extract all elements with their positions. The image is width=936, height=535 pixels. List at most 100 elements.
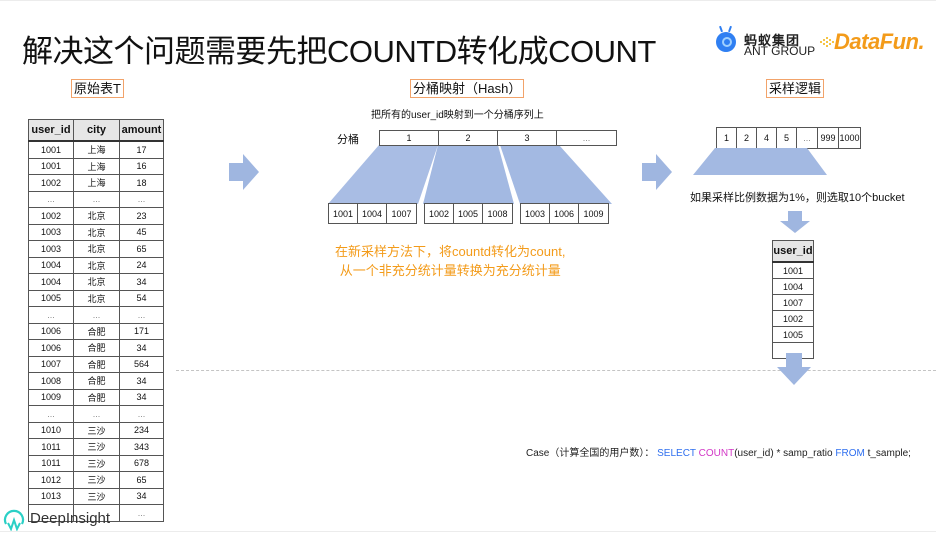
table-row: 1001 上海 17 (28, 140, 164, 159)
sample-bucket-cell: 5 (777, 128, 797, 148)
col-header-amount: amount (119, 119, 164, 142)
cell-user-id: 1004 (28, 273, 74, 291)
cell-user-id: 1005 (772, 326, 814, 343)
top-divider (0, 0, 936, 1)
cell-city: ... (73, 405, 120, 423)
cell-user-id: 1009 (28, 388, 74, 406)
bucket-group-2: 1002 1005 1008 (424, 203, 513, 224)
bucket-cell: 3 (498, 131, 557, 145)
cell-user-id: 1001 (28, 157, 74, 175)
table-row: 1001 上海 16 (28, 157, 164, 175)
table-row: ......... (28, 190, 164, 208)
table-row: 1003 北京 45 (28, 223, 164, 241)
table-row: 1002 (772, 310, 814, 327)
cell-city: 三沙 (73, 487, 120, 505)
table-row: 1005 (772, 326, 814, 343)
table-row: 1009 合肥 34 (28, 388, 164, 406)
ant-group-en: ANT GROUP (744, 44, 816, 58)
cell-amount: ... (119, 504, 164, 522)
table-row: ......... (28, 306, 164, 324)
cell-user-id: 1004 (28, 256, 74, 274)
sql-example: Case（计算全国的用户数）： SELECT COUNT(user_id) * … (526, 444, 911, 459)
cell-amount: 17 (119, 140, 164, 159)
cell-amount: 343 (119, 438, 164, 456)
section-divider (176, 370, 936, 371)
sample-table: user_id 1001 1004 1007 1002 1005... (772, 240, 814, 359)
cell-user-id: 1008 (28, 372, 74, 390)
cell-amount: 65 (119, 240, 164, 258)
bucket-group-3: 1003 1006 1009 (520, 203, 609, 224)
cell-user-id: 1012 (28, 471, 74, 489)
hash-note-line-2: 从一个非充分统计量转换为充分统计量 (339, 263, 561, 278)
cell-amount: 34 (119, 339, 164, 357)
cell-user-id: 1002 (772, 310, 814, 327)
sql-prefix: Case（计算全国的用户数）： (526, 448, 658, 459)
hash-note: 在新采样方法下，将countd转化为count, 从一个非充分统计量转换为充分统… (335, 242, 565, 280)
cell-city: 合肥 (73, 355, 120, 373)
cell-user-id: 1002 (28, 174, 74, 192)
sql-args: (user_id) * samp_ratio (734, 448, 836, 459)
table-row: 1006 合肥 34 (28, 339, 164, 357)
cell-amount: 23 (119, 207, 164, 225)
ant-mascot-icon (716, 32, 736, 52)
cell-amount: ... (119, 405, 164, 423)
cell-city: 北京 (73, 240, 120, 258)
sample-bucket-cell: 4 (757, 128, 777, 148)
cell-city: ... (73, 306, 120, 324)
sql-select-keyword: SELECT (657, 448, 696, 459)
cell-user-id: ... (28, 306, 74, 324)
col-header-user-id: user_id (28, 119, 74, 142)
cell-user-id: 1003 (28, 223, 74, 241)
bucket-row: 1 2 3... (379, 130, 617, 146)
slide-title: 解决这个问题需要先把COUNTD转化成COUNT (22, 34, 656, 69)
arrow-right-icon (229, 154, 259, 190)
cell-city: 合肥 (73, 339, 120, 357)
table-row: 1003 北京 65 (28, 240, 164, 258)
sample-bucket-cell: 2 (737, 128, 757, 148)
bucket-cell: 2 (439, 131, 498, 145)
table-row: 1001 (772, 261, 814, 279)
bucket-group-1: 1001 1004 1007 (328, 203, 417, 224)
cell-city: 合肥 (73, 388, 120, 406)
datafun-dots-icon (820, 37, 834, 47)
cell-amount: ... (119, 190, 164, 208)
cell-amount: 45 (119, 223, 164, 241)
cell-user-id: 1010 (28, 421, 74, 439)
cell-amount: 54 (119, 289, 164, 307)
cell-city: 北京 (73, 273, 120, 291)
cell-city: 北京 (73, 207, 120, 225)
cell-city: 北京 (73, 256, 120, 274)
antenna-icon (728, 25, 732, 33)
cell-amount: 34 (119, 487, 164, 505)
cell-user-id: 1006 (28, 339, 74, 357)
sampling-note: 如果采样比例数据为1%，则选取10个bucket (690, 192, 905, 204)
table-row: ......... (28, 405, 164, 423)
cell-city: 北京 (73, 223, 120, 241)
deepinsight-text: DeepInsight (30, 510, 111, 527)
table-row: 1002 上海 18 (28, 174, 164, 192)
trapezoid-bucket-2 (423, 145, 514, 204)
sql-from-keyword: FROM (835, 448, 865, 459)
trapezoid-bucket-1 (328, 145, 438, 204)
table-row: 1002 北京 23 (28, 207, 164, 225)
table-row: 1008 合肥 34 (28, 372, 164, 390)
arrow-down-icon (780, 211, 810, 233)
cell-amount: 234 (119, 421, 164, 439)
cell-amount: 24 (119, 256, 164, 274)
user-id-cell: 1007 (391, 208, 412, 219)
cell-user-id: 1001 (772, 261, 814, 279)
datafun-wordmark: DataFun. (834, 29, 925, 54)
sample-bucket-cell: ... (797, 128, 818, 148)
user-id-cell: 1009 (583, 208, 604, 219)
user-id-cell: 1004 (358, 204, 387, 223)
cell-user-id: 1005 (28, 289, 74, 307)
cell-city: 北京 (73, 289, 120, 307)
table-row: 1013 三沙 34 (28, 487, 164, 505)
table-row: 1007 (772, 294, 814, 311)
sample-col-header: user_id (772, 240, 814, 263)
cell-city: 三沙 (73, 421, 120, 439)
user-id-cell: 1006 (550, 204, 579, 223)
table-row: 1011 三沙 343 (28, 438, 164, 456)
cell-amount: 65 (119, 471, 164, 489)
hash-subtitle: 把所有的user_id映射到一个分桶序列上 (371, 110, 544, 121)
